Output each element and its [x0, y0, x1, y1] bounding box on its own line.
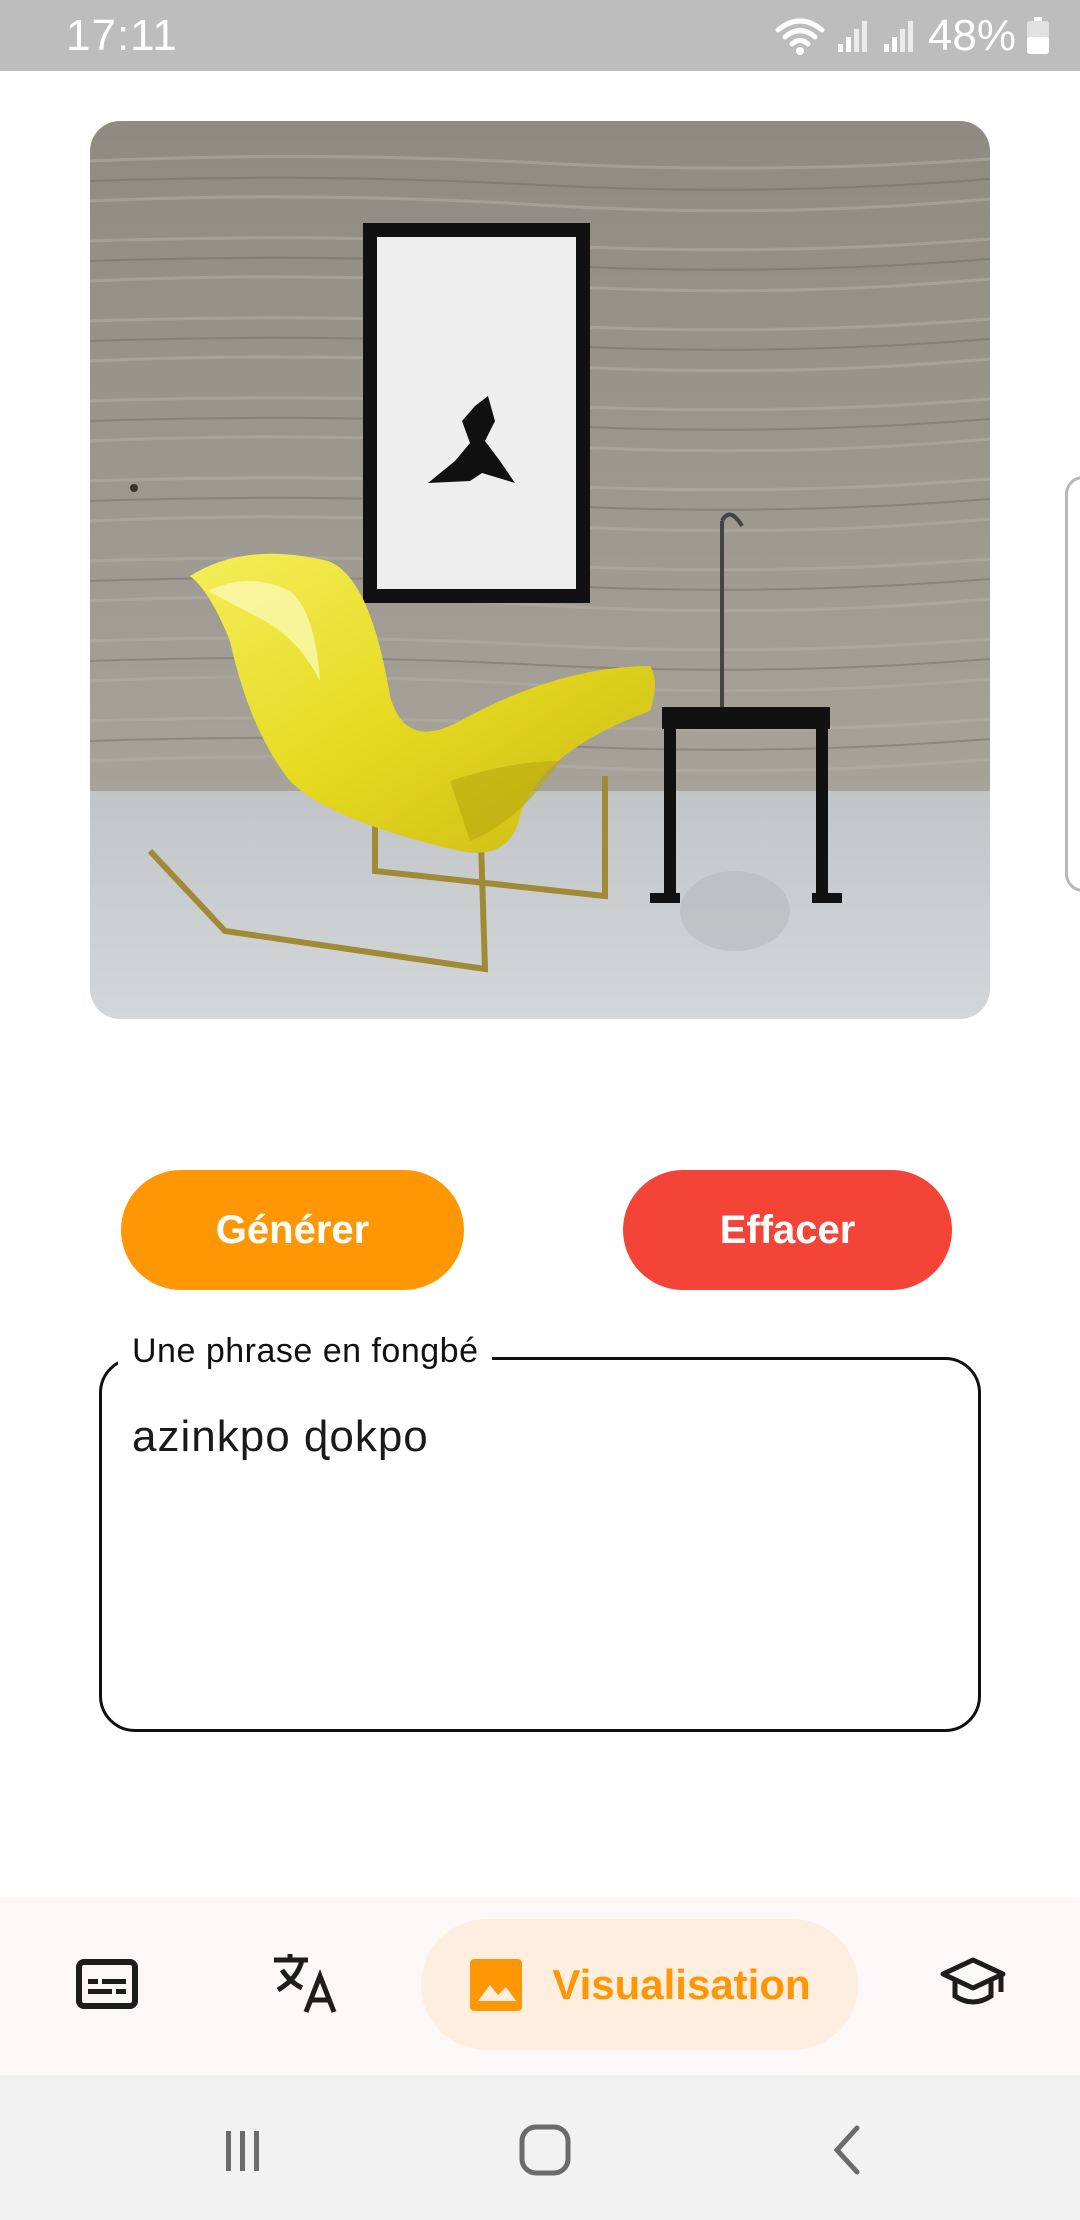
nav-item-visualisation[interactable]: Visualisation [421, 1919, 858, 2050]
back-icon [827, 2122, 867, 2178]
clear-button[interactable]: Effacer [623, 1170, 952, 1290]
fongbe-phrase-field[interactable]: Une phrase en fongbé azinkpo ɖokpo [99, 1332, 981, 1732]
status-bar: 17:11 48% [0, 0, 1080, 71]
home-button[interactable] [510, 2115, 580, 2185]
recent-apps-icon [218, 2125, 268, 2175]
fongbe-phrase-input[interactable]: azinkpo ɖokpo [132, 1412, 429, 1462]
nav-item-subtitles[interactable] [70, 1947, 144, 2021]
status-time: 17:11 [66, 10, 178, 60]
side-panel-handle[interactable] [1065, 476, 1080, 892]
home-icon [517, 2122, 573, 2178]
wifi-icon [774, 16, 826, 56]
system-navigation-bar [0, 2075, 1080, 2220]
bottom-navigation: Visualisation [0, 1897, 1080, 2075]
status-icons: 48% [774, 11, 1050, 61]
nav-item-learn[interactable] [936, 1945, 1010, 2019]
battery-icon [1026, 16, 1050, 55]
recent-apps-button[interactable] [208, 2115, 278, 2185]
nav-item-label: Visualisation [552, 1960, 811, 2008]
school-icon [939, 1954, 1007, 2010]
back-button[interactable] [812, 2115, 882, 2185]
signal-icon [882, 18, 918, 54]
signal-icon [836, 18, 872, 54]
generated-image [90, 121, 990, 1019]
generate-button[interactable]: Générer [121, 1170, 464, 1290]
battery-percent: 48% [927, 10, 1016, 60]
image-icon [468, 1957, 524, 2013]
subtitles-icon [76, 1959, 138, 2009]
nav-item-translate[interactable] [268, 1945, 344, 2021]
translate-icon [270, 1950, 342, 2016]
field-label: Une phrase en fongbé [118, 1332, 493, 1371]
